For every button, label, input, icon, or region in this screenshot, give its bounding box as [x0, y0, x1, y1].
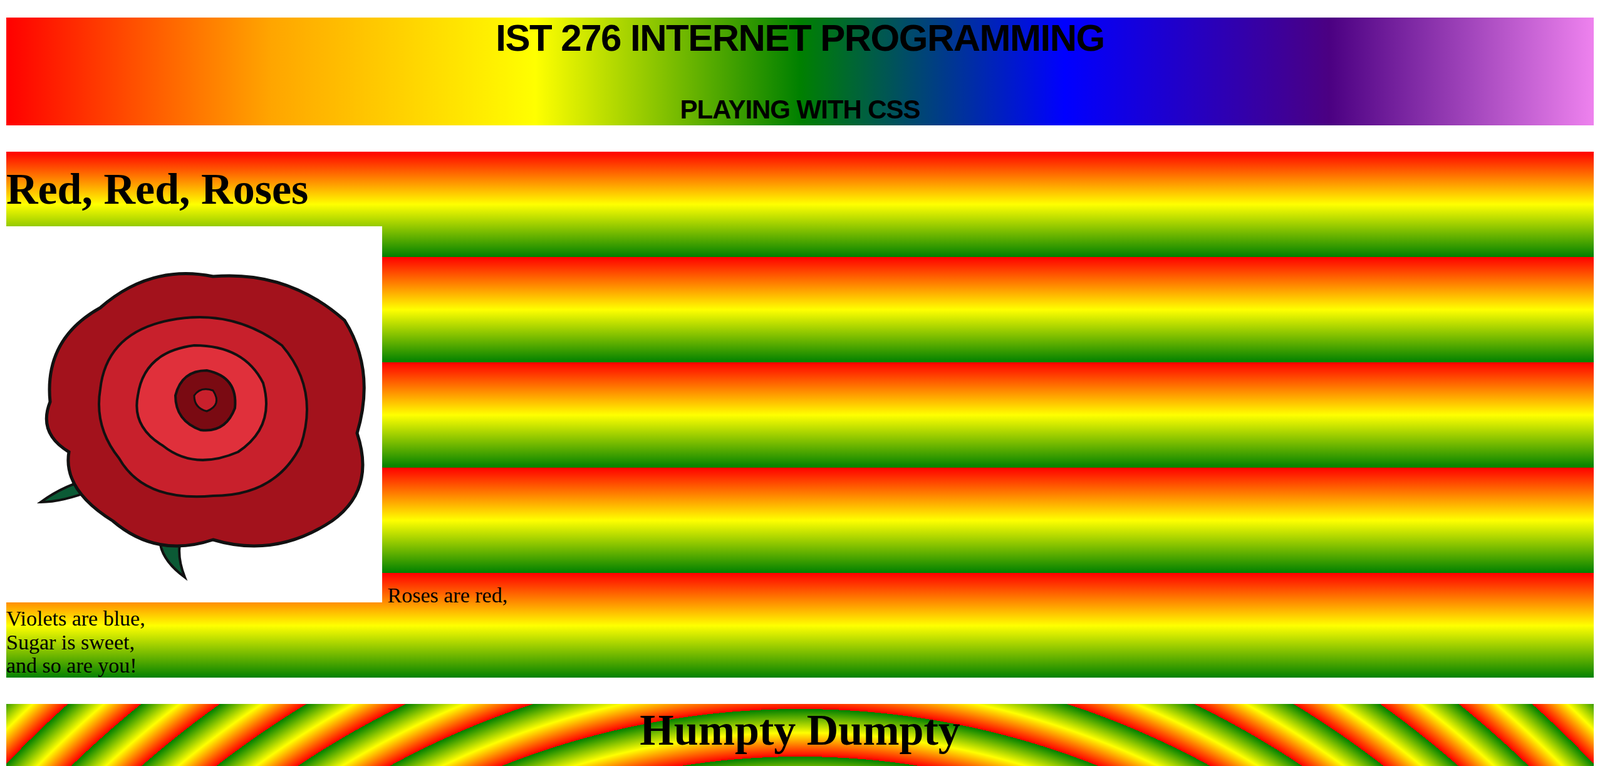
poem-line: Violets are blue, [6, 606, 146, 630]
rose-icon [6, 226, 383, 603]
humpty-title: Humpty Dumpty [6, 703, 1594, 757]
roses-title: Red, Red, Roses [6, 151, 1594, 227]
page-header: IST 276 INTERNET PROGRAMMING PLAYING WITH… [6, 17, 1594, 126]
poem-line: and so are you! [6, 653, 138, 677]
poem-line: Roses are red, [387, 583, 509, 607]
roses-section: Red, Red, Roses Roses are red, Violets ar… [6, 151, 1594, 678]
page: IST 276 INTERNET PROGRAMMING PLAYING WITH… [0, 0, 1600, 766]
poem-line: Sugar is sweet, [6, 630, 135, 654]
header-subtitle: PLAYING WITH CSS [679, 93, 920, 126]
header-title: IST 276 INTERNET PROGRAMMING [495, 17, 1104, 59]
poem: Roses are red, Violets are blue,Sugar is … [6, 226, 1594, 678]
humpty-section: Humpty Dumpty [6, 703, 1594, 766]
